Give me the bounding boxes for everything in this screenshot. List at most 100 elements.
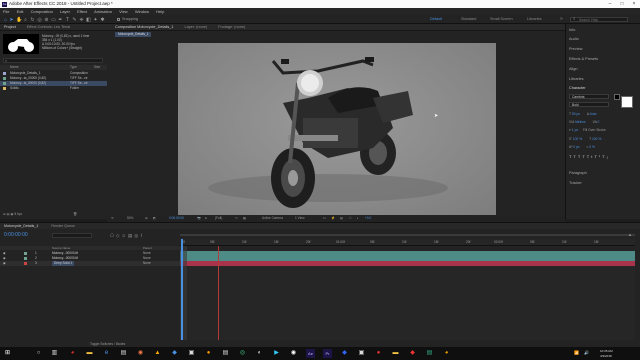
- type-tool-icon[interactable]: T: [65, 17, 70, 23]
- menu-edit[interactable]: Edit: [17, 9, 24, 14]
- region-of-interest-icon[interactable]: ▭: [235, 215, 238, 222]
- tab-effect-controls[interactable]: Effect Controls: Leo Tenal: [27, 25, 70, 29]
- libraries-panel-tab[interactable]: Libraries: [569, 77, 584, 81]
- composition-viewer[interactable]: [178, 43, 496, 215]
- eraser-tool-icon[interactable]: ◧: [86, 17, 91, 23]
- bpc-label[interactable]: 8 bpc: [14, 212, 22, 216]
- app-icon[interactable]: ▣: [187, 349, 196, 358]
- timeline-icon[interactable]: ▤: [340, 215, 343, 222]
- toggle-switches-modes[interactable]: Toggle Switches / Modes: [90, 342, 125, 346]
- font-family-dropdown[interactable]: Cambria: [569, 94, 609, 99]
- app-icon[interactable]: ●: [204, 349, 213, 358]
- camera-tool-icon[interactable]: ◎: [37, 17, 42, 23]
- chrome-icon[interactable]: ◕: [68, 349, 77, 358]
- vlc-icon[interactable]: ▲: [153, 349, 162, 358]
- hand-tool-icon[interactable]: ✋: [16, 17, 22, 23]
- app-icon[interactable]: ▤: [221, 349, 230, 358]
- tracker-panel-tab[interactable]: Tracker: [569, 181, 582, 185]
- task-view-icon[interactable]: ▥: [50, 349, 59, 358]
- app-icon[interactable]: ◐: [255, 349, 264, 358]
- exposure-value[interactable]: +0.0: [365, 215, 371, 222]
- firefox-icon[interactable]: ◉: [136, 349, 145, 358]
- selection-tool-icon[interactable]: ➤: [9, 17, 14, 23]
- font-size-value[interactable]: 50 px: [572, 112, 580, 116]
- app-icon[interactable]: ◆: [408, 349, 417, 358]
- roto-brush-tool-icon[interactable]: ✦: [93, 17, 98, 23]
- menu-window[interactable]: Window: [135, 9, 149, 14]
- premiere-taskbar-icon[interactable]: Pr: [323, 349, 332, 358]
- tab-project[interactable]: Project: [4, 25, 16, 29]
- effects-presets-panel-tab[interactable]: Effects & Presets: [569, 57, 598, 61]
- maximize-icon[interactable]: □: [616, 0, 628, 8]
- workspace-libraries[interactable]: Libraries: [527, 15, 542, 24]
- timeline-zoom-slider[interactable]: ▲: [628, 232, 632, 237]
- menu-effect[interactable]: Effect: [77, 9, 87, 14]
- app-icon[interactable]: ◆: [170, 349, 179, 358]
- menu-help[interactable]: Help: [156, 9, 164, 14]
- zoom-tool-icon[interactable]: ⌕: [23, 17, 28, 23]
- audio-panel-tab[interactable]: Audio: [569, 37, 579, 41]
- vertical-scale-value[interactable]: 100 %: [573, 137, 582, 141]
- menu-composition[interactable]: Composition: [31, 9, 53, 14]
- eye-icon[interactable]: ◉: [3, 261, 6, 266]
- magnification-dropdown[interactable]: 50%: [127, 215, 133, 222]
- tab-layer[interactable]: Layer: (none): [185, 25, 208, 29]
- info-panel-tab[interactable]: Info: [569, 28, 575, 32]
- app-icon[interactable]: ●: [374, 349, 383, 358]
- app-icon[interactable]: ▣: [357, 349, 366, 358]
- column-type[interactable]: Type: [70, 65, 77, 70]
- column-parent[interactable]: Parent: [143, 246, 152, 250]
- app-icon[interactable]: ◆: [340, 349, 349, 358]
- subscript-icon[interactable]: T₁: [602, 154, 610, 159]
- app-icon[interactable]: ▤: [425, 349, 434, 358]
- font-style-dropdown[interactable]: Bold: [569, 102, 609, 107]
- trash-icon[interactable]: 🗑: [73, 212, 77, 216]
- workspace-menu-icon[interactable]: »: [560, 15, 563, 24]
- project-item[interactable]: Solids Folder: [0, 86, 107, 91]
- stroke-color-swatch[interactable]: [621, 96, 633, 108]
- close-icon[interactable]: ×: [628, 0, 640, 8]
- network-icon[interactable]: 📶: [574, 350, 579, 356]
- character-panel-tab[interactable]: Character: [569, 86, 586, 90]
- fill-color-swatch[interactable]: [614, 94, 620, 100]
- snapshot-icon[interactable]: 📷: [197, 215, 201, 222]
- reset-exposure-icon[interactable]: ◐: [357, 215, 359, 222]
- resolution-dropdown[interactable]: (Full): [215, 215, 222, 222]
- volume-icon[interactable]: 🔊: [584, 350, 589, 356]
- menu-view[interactable]: View: [119, 9, 128, 14]
- puppet-pin-tool-icon[interactable]: ✱: [100, 17, 105, 23]
- search-icon[interactable]: ○: [34, 349, 43, 358]
- color-channel-icon[interactable]: ●: [205, 215, 207, 222]
- home-icon[interactable]: ⌂: [3, 17, 8, 23]
- label-color-icon[interactable]: [24, 252, 27, 255]
- stroke-width-value[interactable]: 1 px: [572, 128, 578, 132]
- windows-start-icon[interactable]: ⊞: [3, 349, 12, 358]
- view-layout-dropdown[interactable]: 1 View: [295, 215, 305, 222]
- timeline-empty-area[interactable]: [180, 266, 635, 340]
- search-help-input[interactable]: ⌕ Search Help: [570, 16, 628, 22]
- store-icon[interactable]: ▤: [119, 349, 128, 358]
- current-time[interactable]: 0:00:00:00: [169, 215, 184, 222]
- clone-stamp-tool-icon[interactable]: ⎈: [79, 17, 84, 23]
- project-search-input[interactable]: ⌕: [3, 58, 103, 63]
- mask-tool-icon[interactable]: ▭: [51, 17, 56, 23]
- brush-tool-icon[interactable]: ✎: [72, 17, 77, 23]
- kerning-value[interactable]: Metrics: [575, 120, 586, 124]
- label-color-icon[interactable]: [24, 262, 27, 265]
- tab-composition[interactable]: Composition Motorcycle_Details_1: [115, 25, 173, 29]
- baseline-shift-value[interactable]: 0 px: [573, 145, 579, 149]
- minimize-icon[interactable]: –: [604, 0, 616, 8]
- tracking-value[interactable]: 0: [598, 120, 600, 124]
- workspace-standard[interactable]: Standard: [461, 15, 476, 24]
- clock-date[interactable]: 4/3/2018: [600, 353, 612, 359]
- superscript-icon[interactable]: T¹: [594, 154, 602, 159]
- column-source-name[interactable]: Source Name: [52, 246, 70, 250]
- menu-layer[interactable]: Layer: [60, 9, 70, 14]
- menu-animation[interactable]: Animation: [94, 9, 112, 14]
- composition-breadcrumb[interactable]: Motorcycle_Details_1: [115, 32, 152, 37]
- column-name[interactable]: Name: [10, 65, 19, 70]
- workspace-default[interactable]: Default: [430, 15, 442, 24]
- mask-visibility-icon[interactable]: ◩: [153, 215, 156, 222]
- pan-behind-tool-icon[interactable]: ⊕: [44, 17, 49, 23]
- time-ruler[interactable]: 0f 05f 10f 15f 20f 01:00f 05f 10f 15f 20…: [180, 239, 635, 246]
